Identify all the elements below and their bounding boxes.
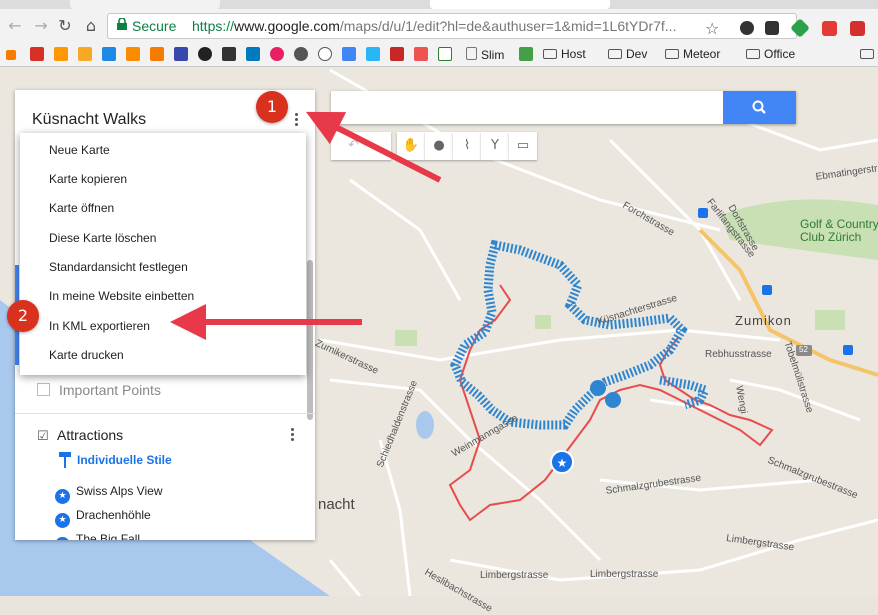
annotation-layer — [170, 111, 442, 340]
annotation-arrow-1 — [305, 111, 442, 183]
annotation-badge-2: 2 — [7, 300, 39, 332]
annotation-badge-1: 1 — [256, 91, 288, 123]
